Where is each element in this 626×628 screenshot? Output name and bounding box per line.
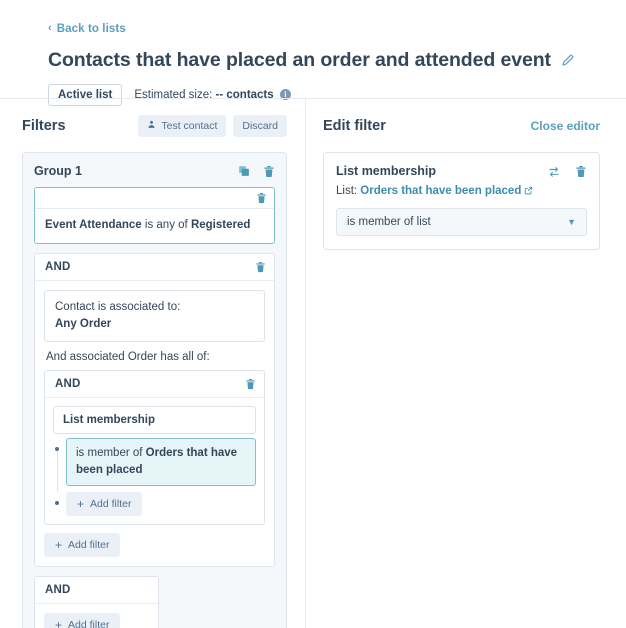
filter-card-event-attendance[interactable]: Event Attendance is any of Registered <box>34 187 275 244</box>
edit-filter-header: Edit filter Close editor <box>323 113 600 139</box>
and-block-2: AND + Add filter <box>34 575 160 628</box>
filter-property: Event Attendance <box>45 219 142 231</box>
filter-group: Group 1 Event Attendance is any of Regis… <box>22 152 287 628</box>
nested-property-card[interactable]: List membership <box>53 406 256 435</box>
add-filter-label: Add filter <box>90 497 132 510</box>
filter-operator: is any of <box>141 219 191 231</box>
and-block-2-header: AND <box>35 577 159 604</box>
trash-icon[interactable] <box>255 261 266 273</box>
filters-title: Filters <box>22 118 66 134</box>
test-contact-button[interactable]: Test contact <box>138 115 227 137</box>
and-label: AND <box>45 583 71 596</box>
add-filter-row-1: + Add filter <box>44 532 265 557</box>
list-name-link[interactable]: Orders that have been placed <box>360 185 521 197</box>
filters-panel-header: Filters Test contact Discard <box>22 113 287 139</box>
panels-container: Filters Test contact Discard Group 1 Eve… <box>0 99 626 628</box>
nested-and-block: AND List membership is member of Orders … <box>44 370 265 525</box>
contact-icon <box>147 120 156 132</box>
edit-filter-card-header: List membership <box>336 164 587 178</box>
and-label: AND <box>45 260 71 273</box>
add-filter-label: Add filter <box>68 618 110 628</box>
nested-and-header: AND <box>45 371 264 399</box>
filter-group-actions <box>238 165 275 178</box>
add-filter-label: Add filter <box>68 538 110 551</box>
filter-group-header: Group 1 <box>34 164 275 178</box>
association-card[interactable]: Contact is associated to: Any Order <box>44 289 265 343</box>
and-block-1-body: Contact is associated to: Any Order And … <box>35 281 274 566</box>
bullet-icon <box>55 500 59 505</box>
plus-icon: + <box>77 496 85 511</box>
nested-filter-list: is member of Orders that have been place… <box>53 438 256 516</box>
and-block-1: AND Contact is associated to: Any Order … <box>34 252 275 567</box>
association-value: Any Order <box>55 317 112 330</box>
close-editor-link[interactable]: Close editor <box>531 119 600 133</box>
selected-filter-card[interactable]: is member of Orders that have been place… <box>66 438 256 486</box>
add-filter-button-and1[interactable]: + Add filter <box>44 532 121 557</box>
and-block-1-header: AND <box>35 254 274 281</box>
trash-icon[interactable] <box>245 378 256 390</box>
edit-filter-card: List membership List: Orders that have b… <box>323 152 600 250</box>
trash-icon[interactable] <box>256 192 267 204</box>
page-header: ‹ Back to lists Contacts that have place… <box>0 0 626 106</box>
nested-and-label: AND <box>55 378 81 391</box>
list-label: List: <box>336 185 358 197</box>
back-to-lists-link[interactable]: ‹ Back to lists <box>48 23 126 35</box>
list-item: is member of Orders that have been place… <box>55 438 256 492</box>
add-filter-button-nested[interactable]: + Add filter <box>66 491 143 516</box>
operator-select-value: is member of list <box>347 216 431 228</box>
discard-label: Discard <box>242 120 278 132</box>
filters-panel: Filters Test contact Discard Group 1 Eve… <box>0 99 305 628</box>
filter-value: Registered <box>190 219 251 231</box>
add-filter-button-and2[interactable]: + Add filter <box>44 612 121 628</box>
filters-actions: Test contact Discard <box>138 115 287 137</box>
association-condition-text: And associated Order has all of: <box>46 351 210 364</box>
chevron-down-icon: ▼ <box>567 217 576 227</box>
trash-icon[interactable] <box>575 165 587 178</box>
discard-button[interactable]: Discard <box>233 115 287 137</box>
trash-icon[interactable] <box>263 165 275 178</box>
and-block-2-body: + Add filter <box>35 604 158 628</box>
pencil-icon[interactable] <box>561 54 574 67</box>
plus-icon: + <box>55 617 63 628</box>
filter-card-text: Event Attendance is any of Registered <box>35 209 274 243</box>
duplicate-icon[interactable] <box>238 165 250 177</box>
list-connector <box>56 451 58 492</box>
test-contact-label: Test contact <box>161 120 218 132</box>
selected-filter-prefix: is member of <box>76 447 146 460</box>
nested-and-body: List membership is member of Orders that… <box>45 398 264 523</box>
back-to-lists-label: Back to lists <box>56 22 126 35</box>
swap-icon[interactable] <box>548 166 560 178</box>
chevron-left-icon: ‹ <box>48 22 52 34</box>
list-item: + Add filter <box>55 491 256 516</box>
association-label: Contact is associated to: <box>55 300 181 313</box>
filter-group-title: Group 1 <box>34 164 82 178</box>
edit-filter-actions <box>548 164 587 178</box>
title-row: Contacts that have placed an order and a… <box>48 49 626 72</box>
plus-icon: + <box>55 537 63 552</box>
list-filter-editor-page: ‹ Back to lists Contacts that have place… <box>0 0 626 628</box>
operator-select[interactable]: is member of list ▼ <box>336 208 587 236</box>
external-link-icon[interactable] <box>524 186 533 198</box>
edit-filter-list-row: List: Orders that have been placed <box>336 185 587 198</box>
edit-filter-property: List membership <box>336 164 437 178</box>
page-title: Contacts that have placed an order and a… <box>48 49 551 71</box>
edit-filter-title: Edit filter <box>323 118 386 134</box>
filter-card-header <box>35 188 274 209</box>
edit-filter-panel: Edit filter Close editor List membership <box>305 99 626 628</box>
